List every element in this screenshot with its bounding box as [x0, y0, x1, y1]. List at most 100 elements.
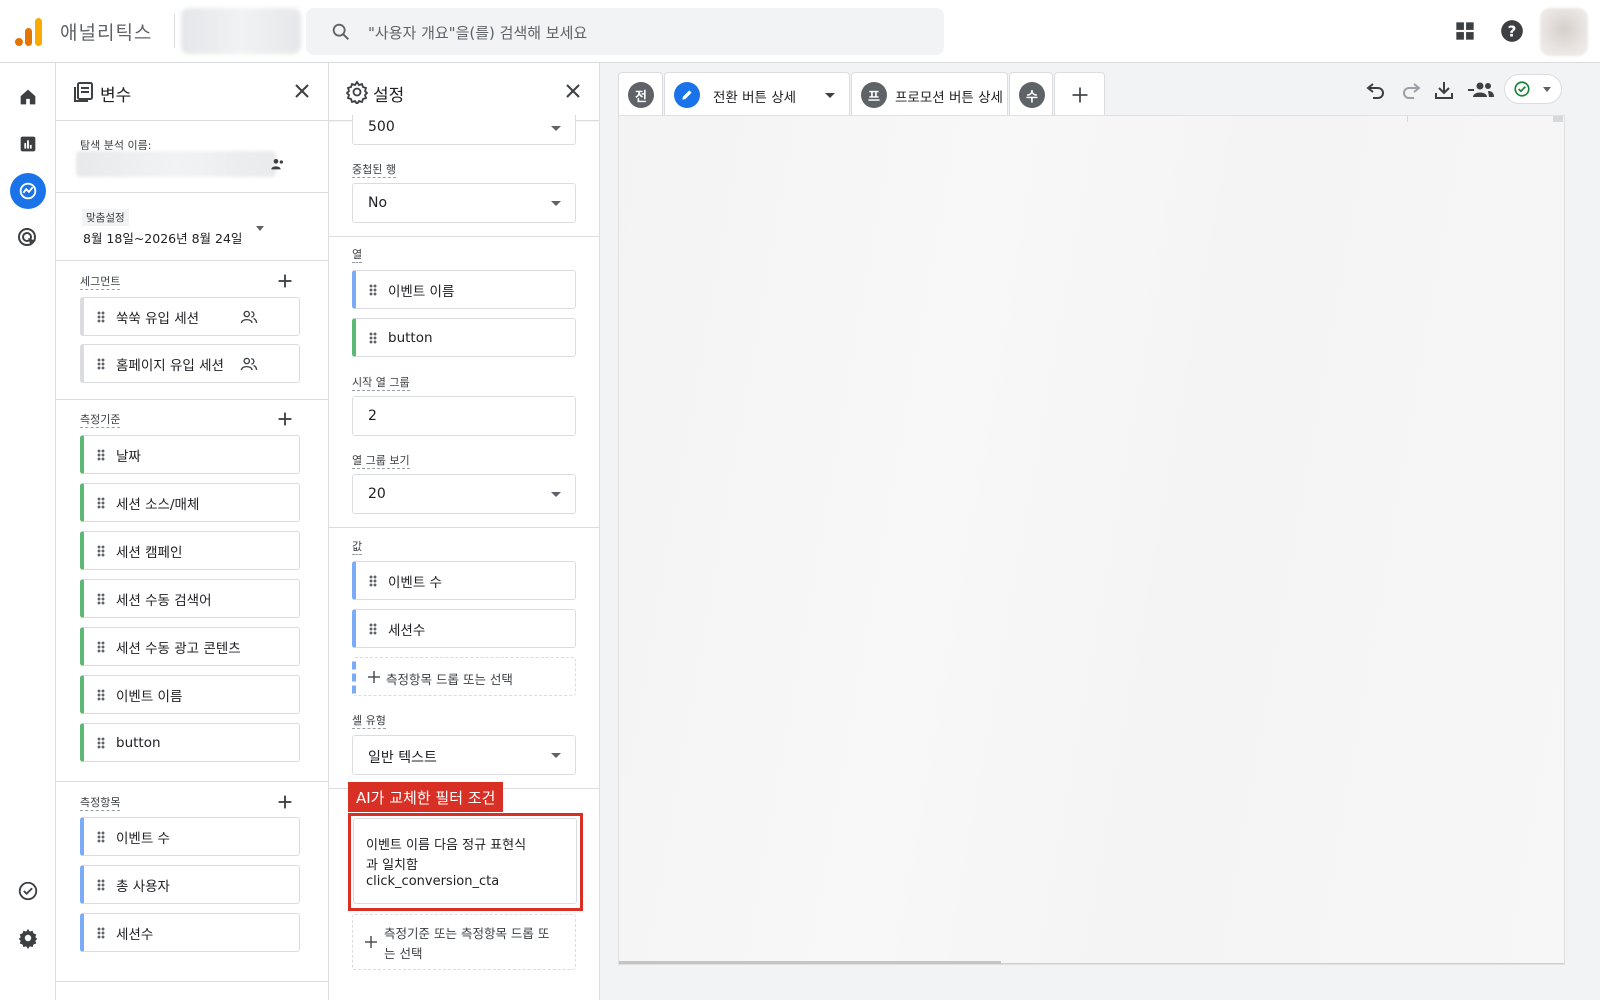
status-check-icon[interactable] — [1504, 74, 1562, 104]
horizontal-scrollbar[interactable] — [619, 961, 1001, 964]
variables-header: 변수 — [56, 63, 328, 121]
drag-handle-icon[interactable] — [369, 283, 377, 296]
exploration-name-input[interactable] — [76, 151, 276, 177]
cell-type-dropdown[interactable]: 일반 텍스트 — [352, 735, 576, 775]
values-drop-zone[interactable]: 측정항목 드롭 또는 선택 — [352, 657, 576, 696]
dimension-chip[interactable]: 세션 수동 검색어 — [80, 579, 300, 618]
column-marker — [1407, 116, 1408, 122]
share-icon[interactable] — [1467, 78, 1495, 102]
metric-chip[interactable]: 세션수 — [80, 913, 300, 952]
add-dimension-icon[interactable] — [274, 408, 296, 430]
drag-handle-icon[interactable] — [97, 592, 105, 605]
drag-handle-icon[interactable] — [97, 544, 105, 557]
close-icon[interactable] — [290, 79, 314, 103]
dimension-chip[interactable]: 이벤트 이름 — [80, 675, 300, 714]
date-range-section[interactable]: 맞춤설정 8월 18일~2026년 8월 24일 — [56, 193, 328, 261]
metric-label: 총 사용자 — [116, 878, 170, 895]
drag-handle-icon[interactable] — [97, 830, 105, 843]
tab-badge: 프 — [861, 82, 887, 108]
dimension-label: 세션 수동 광고 콘텐츠 — [116, 640, 241, 657]
segment-chip[interactable]: 홈페이지 유입 세션 — [80, 344, 300, 383]
download-icon[interactable] — [1432, 78, 1456, 102]
value-chip[interactable]: 세션수 — [352, 609, 576, 648]
rows-value: 500 — [368, 119, 395, 135]
tab-badge: 수 — [1019, 82, 1045, 108]
filter-drop-text: 측정기준 또는 측정항목 드롭 또 — [384, 926, 550, 941]
filter-drop-zone[interactable]: 측정기준 또는 측정항목 드롭 또 는 선택 — [352, 914, 576, 970]
dimension-chip[interactable]: button — [80, 723, 300, 762]
rows-dropdown[interactable]: 500 — [352, 115, 576, 145]
filter-condition-card[interactable]: 이벤트 이름 다음 정규 표현식 과 일치함 click_conversion_… — [353, 818, 577, 904]
nested-rows-dropdown[interactable]: No — [352, 183, 576, 223]
metric-chip[interactable]: 이벤트 수 — [80, 817, 300, 856]
explore-icon[interactable] — [10, 173, 46, 209]
settings-title: 설정 — [373, 86, 405, 106]
drag-handle-icon[interactable] — [97, 448, 105, 461]
search-placeholder: "사용자 개요"을(를) 검색해 보세요 — [368, 24, 588, 42]
tab-2-active[interactable]: 전환 버튼 상세 — [664, 72, 850, 115]
dimension-chip[interactable]: 세션 소스/매체 — [80, 483, 300, 522]
start-column-group-input[interactable]: 2 — [352, 396, 576, 436]
add-tab-button[interactable] — [1054, 72, 1105, 115]
apps-grid-icon[interactable] — [1452, 18, 1478, 44]
drag-handle-icon[interactable] — [97, 688, 105, 701]
metrics-label: 측정항목 — [80, 796, 121, 811]
values-drop-text: 측정항목 드롭 또는 선택 — [386, 672, 513, 687]
plus-icon — [368, 671, 380, 683]
dropdown-arrow-icon — [551, 753, 561, 758]
redo-icon[interactable] — [1399, 78, 1423, 102]
gear-icon[interactable] — [10, 920, 46, 956]
drag-handle-icon[interactable] — [369, 574, 377, 587]
check-circle-icon[interactable] — [10, 873, 46, 909]
variables-title: 변수 — [100, 86, 132, 106]
segment-chip[interactable]: 쑥쑥 유입 세션 — [80, 297, 300, 336]
drag-handle-icon[interactable] — [97, 496, 105, 509]
drag-handle-icon[interactable] — [97, 878, 105, 891]
plus-icon — [365, 936, 377, 948]
value-chip[interactable]: 이벤트 수 — [352, 561, 576, 600]
undo-icon[interactable] — [1364, 78, 1388, 102]
column-chip[interactable]: 이벤트 이름 — [352, 270, 576, 309]
add-metric-icon[interactable] — [274, 791, 296, 813]
tab-3[interactable]: 프 프로모션 버튼 상세 — [851, 72, 1008, 115]
drag-handle-icon[interactable] — [97, 357, 105, 370]
nested-rows-label: 중첩된 행 — [352, 163, 396, 178]
left-nav-rail — [0, 63, 56, 1000]
drag-handle-icon[interactable] — [97, 926, 105, 939]
add-segment-icon[interactable] — [274, 270, 296, 292]
close-icon[interactable] — [561, 79, 585, 103]
tab-label: 전환 버튼 상세 — [713, 90, 797, 106]
drag-handle-icon[interactable] — [97, 310, 105, 323]
dimension-label: 세션 소스/매체 — [116, 496, 200, 513]
dimension-chip[interactable]: 날짜 — [80, 435, 300, 474]
column-chip[interactable]: button — [352, 318, 576, 357]
account-selector[interactable] — [181, 8, 301, 54]
value-label: 세션수 — [388, 622, 426, 639]
search-bar[interactable]: "사용자 개요"을(를) 검색해 보세요 — [306, 8, 944, 55]
advertising-icon[interactable] — [10, 220, 46, 256]
metric-chip[interactable]: 총 사용자 — [80, 865, 300, 904]
drag-handle-icon[interactable] — [97, 736, 105, 749]
app-title: 애널리틱스 — [60, 22, 153, 44]
tab-1[interactable]: 전 — [618, 72, 663, 115]
dimension-chip[interactable]: 세션 수동 광고 콘텐츠 — [80, 627, 300, 666]
show-column-groups-dropdown[interactable]: 20 — [352, 474, 576, 514]
analytics-logo-icon[interactable] — [14, 16, 44, 46]
home-icon[interactable] — [10, 79, 46, 115]
drag-handle-icon[interactable] — [97, 640, 105, 653]
dimension-chip[interactable]: 세션 캠페인 — [80, 531, 300, 570]
variables-icon — [74, 82, 93, 102]
vertical-scrollbar[interactable] — [1553, 116, 1563, 122]
drag-handle-icon[interactable] — [369, 331, 377, 344]
exploration-canvas[interactable] — [618, 115, 1565, 965]
avatar[interactable] — [1540, 8, 1588, 56]
tab-4[interactable]: 수 — [1009, 72, 1053, 115]
tab-dropdown-arrow-icon[interactable] — [825, 93, 835, 98]
dropdown-arrow-icon — [551, 201, 561, 206]
date-dropdown-arrow-icon[interactable] — [256, 226, 264, 231]
dropdown-arrow-icon — [551, 492, 561, 497]
drag-handle-icon[interactable] — [369, 622, 377, 635]
reports-icon[interactable] — [10, 126, 46, 162]
help-icon[interactable]: ? — [1499, 18, 1525, 44]
plus-icon — [1072, 87, 1088, 103]
